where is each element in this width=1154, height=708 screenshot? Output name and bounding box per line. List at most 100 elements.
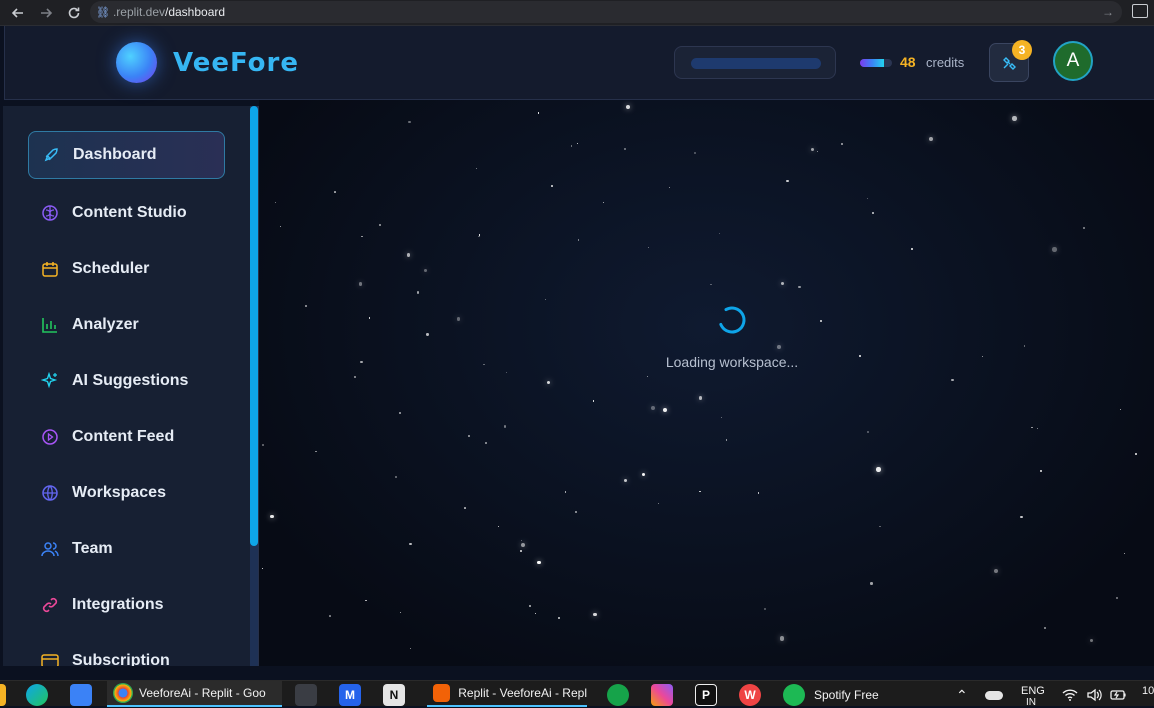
- instagram-icon[interactable]: [651, 683, 673, 707]
- taskbar-app-icon[interactable]: P: [695, 683, 717, 707]
- sidebar-item-scheduler[interactable]: Scheduler: [28, 245, 225, 293]
- credits-progress-fill: [860, 59, 884, 67]
- star-decoration: [710, 283, 712, 286]
- star-decoration: [646, 375, 649, 378]
- cloud-icon[interactable]: [985, 683, 1003, 707]
- star-decoration: [275, 201, 277, 203]
- taskbar-app-icon[interactable]: M: [339, 683, 361, 707]
- taskbar-window-title: VeeforeAi - Replit - Goo: [139, 686, 266, 700]
- clock[interactable]: 10: [1142, 685, 1154, 697]
- star-decoration: [520, 550, 523, 553]
- volume-icon[interactable]: [1086, 683, 1102, 707]
- star-decoration: [1082, 227, 1085, 230]
- star-decoration: [361, 235, 364, 238]
- wifi-icon[interactable]: [1062, 683, 1078, 707]
- back-arrow-icon[interactable]: [7, 2, 29, 24]
- star-decoration: [353, 376, 357, 379]
- star-decoration: [483, 363, 485, 365]
- star-decoration: [334, 190, 337, 193]
- sidebar-item-workspaces[interactable]: Workspaces: [28, 469, 225, 517]
- reload-icon[interactable]: [63, 2, 85, 24]
- sparkles-icon: [40, 371, 60, 391]
- star-decoration: [811, 148, 815, 151]
- star-decoration: [779, 636, 785, 641]
- star-decoration: [866, 430, 869, 433]
- star-decoration: [867, 198, 869, 200]
- star-decoration: [1043, 627, 1046, 629]
- sidebar-item-integrations[interactable]: Integrations: [28, 581, 225, 629]
- star-decoration: [478, 235, 480, 238]
- star-decoration: [360, 360, 363, 364]
- star-decoration: [467, 435, 470, 437]
- sidebar-item-content-feed[interactable]: Content Feed: [28, 413, 225, 461]
- store-icon[interactable]: [70, 683, 92, 707]
- sidebar-item-team[interactable]: Team: [28, 525, 225, 573]
- sidebar-item-label: Content Studio: [72, 204, 187, 221]
- star-decoration: [304, 305, 307, 308]
- star-decoration: [625, 104, 630, 109]
- notion-icon[interactable]: N: [383, 683, 405, 707]
- chevron-up-icon[interactable]: ⌃: [956, 683, 968, 707]
- url-path: /dashboard: [165, 5, 226, 19]
- edge-icon[interactable]: [26, 683, 48, 707]
- go-arrow-icon[interactable]: →: [1102, 5, 1114, 19]
- star-decoration: [368, 316, 371, 319]
- star-decoration: [1115, 596, 1118, 599]
- sidebar-scrollbar-thumb[interactable]: [250, 106, 258, 546]
- logo-orb-icon[interactable]: [116, 42, 157, 83]
- star-decoration: [593, 612, 597, 617]
- star-decoration: [668, 187, 670, 189]
- star-decoration: [651, 405, 656, 410]
- star-decoration: [623, 147, 626, 151]
- site-info-icon[interactable]: ⛓: [96, 6, 110, 19]
- wps-icon[interactable]: W: [739, 683, 761, 707]
- star-decoration: [537, 112, 540, 114]
- credits-label: credits: [926, 55, 965, 70]
- sidebar-item-label: Scheduler: [72, 260, 150, 277]
- taskbar-window-title: Spotify Free: [814, 688, 879, 702]
- avatar[interactable]: A: [1053, 41, 1093, 81]
- sidebar-item-analyzer[interactable]: Analyzer: [28, 301, 225, 349]
- star-decoration: [592, 400, 595, 402]
- sidebar-item-content-studio[interactable]: Content Studio: [28, 189, 225, 237]
- start-icon[interactable]: [0, 683, 6, 707]
- star-decoration: [981, 355, 984, 358]
- search-input[interactable]: [674, 46, 836, 79]
- monitor-icon[interactable]: [1132, 4, 1148, 18]
- star-decoration: [1030, 426, 1033, 429]
- sidebar: Dashboard Content Studio Scheduler Analy…: [3, 106, 259, 666]
- taskbar-app-icon[interactable]: [295, 683, 317, 707]
- star-decoration: [1012, 116, 1017, 121]
- language-region: IN: [1026, 697, 1036, 708]
- star-decoration: [911, 248, 914, 251]
- loading-spinner-icon: [718, 306, 746, 334]
- battery-icon[interactable]: [1110, 683, 1128, 707]
- star-decoration: [777, 345, 782, 349]
- taskbar-replit-window[interactable]: Replit - VeeforeAi - Repl: [427, 681, 587, 707]
- star-decoration: [409, 648, 412, 650]
- xbox-icon[interactable]: [607, 683, 629, 707]
- language-indicator[interactable]: ENG: [1021, 685, 1045, 697]
- brain-icon: [40, 203, 60, 223]
- sidebar-item-dashboard[interactable]: Dashboard: [28, 131, 225, 179]
- star-decoration: [546, 380, 551, 385]
- bar-chart-icon: [40, 315, 60, 335]
- star-decoration: [279, 226, 281, 228]
- star-decoration: [464, 507, 466, 509]
- credits-progress: [860, 59, 892, 67]
- taskbar-spotify[interactable]: Spotify Free: [783, 683, 879, 707]
- star-decoration: [662, 407, 668, 413]
- star-decoration: [270, 515, 274, 519]
- sidebar-item-label: Dashboard: [73, 146, 157, 163]
- star-decoration: [379, 224, 382, 227]
- star-decoration: [503, 425, 506, 428]
- sidebar-item-ai-suggestions[interactable]: AI Suggestions: [28, 357, 225, 405]
- forward-arrow-icon[interactable]: [35, 2, 57, 24]
- sidebar-item-subscription[interactable]: Subscription: [28, 637, 225, 666]
- star-decoration: [529, 604, 532, 607]
- address-bar[interactable]: ⛓ .replit.dev/dashboard →: [90, 1, 1122, 23]
- play-circle-icon: [40, 427, 60, 447]
- star-decoration: [409, 542, 412, 545]
- brand-name[interactable]: VeeFore: [173, 48, 299, 78]
- taskbar-chrome-window[interactable]: VeeforeAi - Replit - Goo: [107, 681, 282, 707]
